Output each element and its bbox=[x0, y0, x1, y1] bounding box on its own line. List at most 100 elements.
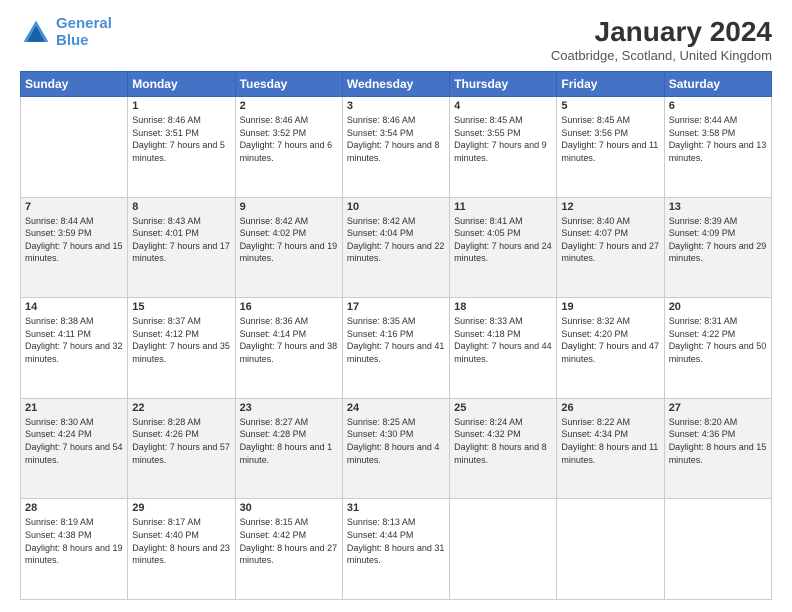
day-cell: 26 Sunrise: 8:22 AMSunset: 4:34 PMDayligh… bbox=[557, 398, 664, 499]
day-cell: 10Sunrise: 8:42 AMSunset: 4:04 PMDayligh… bbox=[342, 197, 449, 298]
day-info: Sunrise: 8:22 AMSunset: 4:34 PMDaylight:… bbox=[561, 416, 659, 466]
day-number: 10 bbox=[347, 201, 445, 213]
header-monday: Monday bbox=[128, 72, 235, 97]
day-info: Sunrise: 8:44 AMSunset: 3:58 PMDaylight:… bbox=[669, 114, 767, 164]
header-saturday: Saturday bbox=[664, 72, 771, 97]
day-info: Sunrise: 8:19 AMSunset: 4:38 PMDaylight:… bbox=[25, 516, 123, 566]
day-cell: 9Sunrise: 8:42 AMSunset: 4:02 PMDaylight… bbox=[235, 197, 342, 298]
day-number: 9 bbox=[240, 201, 338, 213]
day-number: 27 bbox=[669, 402, 767, 414]
day-cell: 18Sunrise: 8:33 AMSunset: 4:18 PMDayligh… bbox=[450, 298, 557, 399]
day-info: Sunrise: 8:46 AMSunset: 3:51 PMDaylight:… bbox=[132, 114, 230, 164]
day-number: 26 bbox=[561, 402, 659, 414]
day-info: Sunrise: 8:37 AMSunset: 4:12 PMDaylight:… bbox=[132, 315, 230, 365]
day-cell: 11 Sunrise: 8:41 AMSunset: 4:05 PMDayligh… bbox=[450, 197, 557, 298]
day-cell: 21Sunrise: 8:30 AMSunset: 4:24 PMDayligh… bbox=[21, 398, 128, 499]
week-row-2: 7 Sunrise: 8:44 AMSunset: 3:59 PMDaylight… bbox=[21, 197, 772, 298]
day-info: Sunrise: 8:35 AMSunset: 4:16 PMDaylight:… bbox=[347, 315, 445, 365]
day-cell: 17 Sunrise: 8:35 AMSunset: 4:16 PMDayligh… bbox=[342, 298, 449, 399]
day-cell: 22Sunrise: 8:28 AMSunset: 4:26 PMDayligh… bbox=[128, 398, 235, 499]
day-cell bbox=[664, 499, 771, 600]
day-info: Sunrise: 8:28 AMSunset: 4:26 PMDaylight:… bbox=[132, 416, 230, 466]
day-info: Sunrise: 8:45 AMSunset: 3:55 PMDaylight:… bbox=[454, 114, 552, 164]
day-cell: 19Sunrise: 8:32 AMSunset: 4:20 PMDayligh… bbox=[557, 298, 664, 399]
day-cell: 28 Sunrise: 8:19 AMSunset: 4:38 PMDayligh… bbox=[21, 499, 128, 600]
day-info: Sunrise: 8:36 AMSunset: 4:14 PMDaylight:… bbox=[240, 315, 338, 365]
day-number: 14 bbox=[25, 301, 123, 313]
day-cell: 6 Sunrise: 8:44 AMSunset: 3:58 PMDaylight… bbox=[664, 97, 771, 198]
header-sunday: Sunday bbox=[21, 72, 128, 97]
title-block: January 2024 Coatbridge, Scotland, Unite… bbox=[551, 16, 772, 63]
day-info: Sunrise: 8:32 AMSunset: 4:20 PMDaylight:… bbox=[561, 315, 659, 365]
day-cell: 5 Sunrise: 8:45 AMSunset: 3:56 PMDaylight… bbox=[557, 97, 664, 198]
day-info: Sunrise: 8:25 AMSunset: 4:30 PMDaylight:… bbox=[347, 416, 445, 466]
day-number: 23 bbox=[240, 402, 338, 414]
logo-text: General Blue bbox=[56, 16, 112, 49]
day-info: Sunrise: 8:40 AMSunset: 4:07 PMDaylight:… bbox=[561, 215, 659, 265]
day-number: 16 bbox=[240, 301, 338, 313]
day-number: 25 bbox=[454, 402, 552, 414]
day-number: 2 bbox=[240, 100, 338, 112]
day-cell: 25 Sunrise: 8:24 AMSunset: 4:32 PMDayligh… bbox=[450, 398, 557, 499]
day-info: Sunrise: 8:31 AMSunset: 4:22 PMDaylight:… bbox=[669, 315, 767, 365]
day-cell: 8Sunrise: 8:43 AMSunset: 4:01 PMDaylight… bbox=[128, 197, 235, 298]
day-number: 13 bbox=[669, 201, 767, 213]
day-info: Sunrise: 8:15 AMSunset: 4:42 PMDaylight:… bbox=[240, 516, 338, 566]
location: Coatbridge, Scotland, United Kingdom bbox=[551, 48, 772, 63]
day-info: Sunrise: 8:24 AMSunset: 4:32 PMDaylight:… bbox=[454, 416, 552, 466]
header: General Blue January 2024 Coatbridge, Sc… bbox=[20, 16, 772, 63]
day-info: Sunrise: 8:46 AMSunset: 3:54 PMDaylight:… bbox=[347, 114, 445, 164]
day-cell: 7 Sunrise: 8:44 AMSunset: 3:59 PMDaylight… bbox=[21, 197, 128, 298]
day-number: 11 bbox=[454, 201, 552, 213]
day-number: 31 bbox=[347, 502, 445, 514]
day-number: 1 bbox=[132, 100, 230, 112]
day-number: 20 bbox=[669, 301, 767, 313]
day-cell: 23 Sunrise: 8:27 AMSunset: 4:28 PMDayligh… bbox=[235, 398, 342, 499]
day-number: 6 bbox=[669, 100, 767, 112]
calendar-table: SundayMondayTuesdayWednesdayThursdayFrid… bbox=[20, 71, 772, 600]
header-friday: Friday bbox=[557, 72, 664, 97]
day-info: Sunrise: 8:27 AMSunset: 4:28 PMDaylight:… bbox=[240, 416, 338, 466]
day-number: 15 bbox=[132, 301, 230, 313]
day-cell bbox=[450, 499, 557, 600]
day-info: Sunrise: 8:17 AMSunset: 4:40 PMDaylight:… bbox=[132, 516, 230, 566]
day-number: 29 bbox=[132, 502, 230, 514]
day-cell: 31 Sunrise: 8:13 AMSunset: 4:44 PMDayligh… bbox=[342, 499, 449, 600]
day-number: 17 bbox=[347, 301, 445, 313]
day-cell bbox=[557, 499, 664, 600]
day-info: Sunrise: 8:30 AMSunset: 4:24 PMDaylight:… bbox=[25, 416, 123, 466]
day-number: 12 bbox=[561, 201, 659, 213]
page: General Blue January 2024 Coatbridge, Sc… bbox=[0, 0, 792, 612]
day-info: Sunrise: 8:46 AMSunset: 3:52 PMDaylight:… bbox=[240, 114, 338, 164]
day-cell: 20 Sunrise: 8:31 AMSunset: 4:22 PMDayligh… bbox=[664, 298, 771, 399]
day-number: 5 bbox=[561, 100, 659, 112]
day-cell: 29 Sunrise: 8:17 AMSunset: 4:40 PMDayligh… bbox=[128, 499, 235, 600]
day-cell: 15 Sunrise: 8:37 AMSunset: 4:12 PMDayligh… bbox=[128, 298, 235, 399]
logo-general: General bbox=[56, 15, 112, 32]
day-number: 3 bbox=[347, 100, 445, 112]
month-title: January 2024 bbox=[551, 16, 772, 48]
day-cell: 12 Sunrise: 8:40 AMSunset: 4:07 PMDayligh… bbox=[557, 197, 664, 298]
day-cell bbox=[21, 97, 128, 198]
day-cell: 27Sunrise: 8:20 AMSunset: 4:36 PMDayligh… bbox=[664, 398, 771, 499]
day-cell: 4Sunrise: 8:45 AMSunset: 3:55 PMDaylight… bbox=[450, 97, 557, 198]
day-info: Sunrise: 8:38 AMSunset: 4:11 PMDaylight:… bbox=[25, 315, 123, 365]
day-number: 28 bbox=[25, 502, 123, 514]
day-cell: 14 Sunrise: 8:38 AMSunset: 4:11 PMDayligh… bbox=[21, 298, 128, 399]
day-info: Sunrise: 8:45 AMSunset: 3:56 PMDaylight:… bbox=[561, 114, 659, 164]
calendar-header-row: SundayMondayTuesdayWednesdayThursdayFrid… bbox=[21, 72, 772, 97]
day-number: 7 bbox=[25, 201, 123, 213]
day-cell: 2 Sunrise: 8:46 AMSunset: 3:52 PMDaylight… bbox=[235, 97, 342, 198]
day-cell: 24 Sunrise: 8:25 AMSunset: 4:30 PMDayligh… bbox=[342, 398, 449, 499]
day-info: Sunrise: 8:41 AMSunset: 4:05 PMDaylight:… bbox=[454, 215, 552, 265]
day-number: 24 bbox=[347, 402, 445, 414]
week-row-3: 14 Sunrise: 8:38 AMSunset: 4:11 PMDayligh… bbox=[21, 298, 772, 399]
week-row-5: 28 Sunrise: 8:19 AMSunset: 4:38 PMDayligh… bbox=[21, 499, 772, 600]
week-row-1: 1 Sunrise: 8:46 AMSunset: 3:51 PMDaylight… bbox=[21, 97, 772, 198]
day-number: 8 bbox=[132, 201, 230, 213]
day-info: Sunrise: 8:44 AMSunset: 3:59 PMDaylight:… bbox=[25, 215, 123, 265]
header-thursday: Thursday bbox=[450, 72, 557, 97]
day-info: Sunrise: 8:13 AMSunset: 4:44 PMDaylight:… bbox=[347, 516, 445, 566]
day-info: Sunrise: 8:39 AMSunset: 4:09 PMDaylight:… bbox=[669, 215, 767, 265]
day-number: 18 bbox=[454, 301, 552, 313]
